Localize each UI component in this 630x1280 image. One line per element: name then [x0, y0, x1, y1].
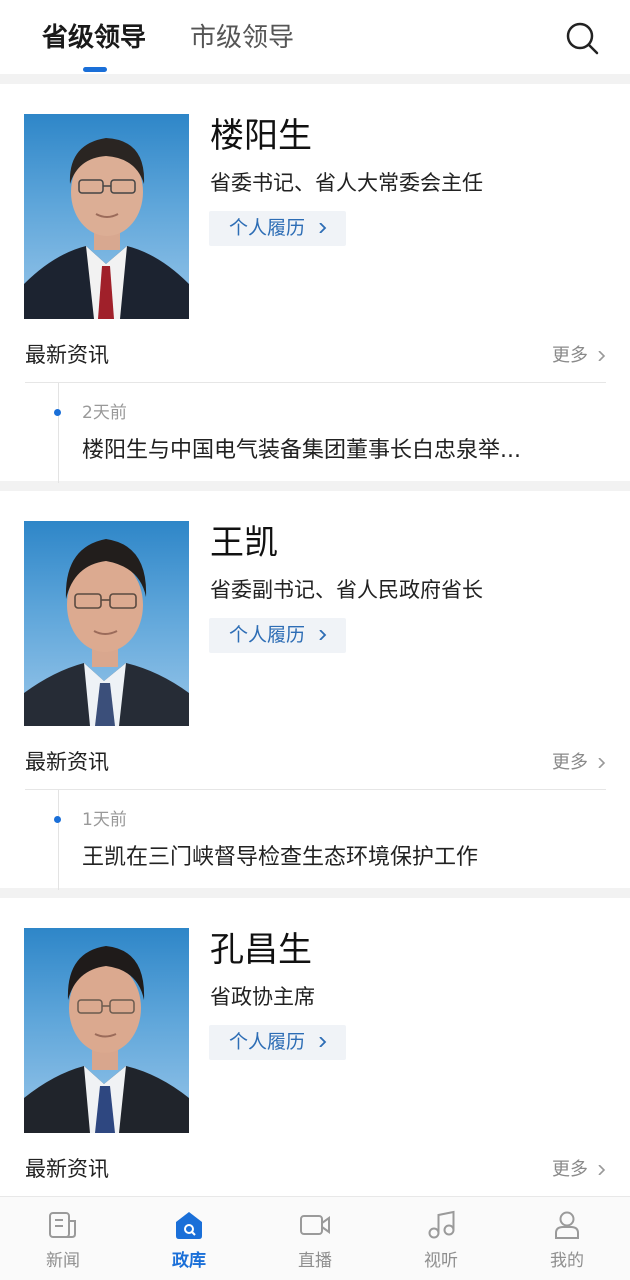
leader-title: 省委书记、省人大常委会主任 [210, 171, 483, 195]
nav-news[interactable]: 新闻 [0, 1197, 126, 1280]
resume-button[interactable]: 个人履历 [209, 618, 346, 653]
nav-live[interactable]: 直播 [252, 1197, 378, 1280]
leader-photo[interactable] [24, 114, 189, 319]
leader-name: 王凯 [210, 523, 278, 563]
leader-title: 省政协主席 [210, 985, 315, 1009]
top-tab-bar: 省级领导 市级领导 [0, 0, 630, 74]
leader-card: 楼阳生 省委书记、省人大常委会主任 个人履历 最新资讯 更多 2天前 楼阳生与中… [0, 84, 630, 483]
resume-button[interactable]: 个人履历 [209, 211, 346, 246]
nav-news-label: 新闻 [46, 1251, 80, 1271]
leader-title: 省委副书记、省人民政府省长 [210, 578, 483, 602]
portrait-image [24, 138, 189, 319]
timeline-line [58, 790, 59, 890]
live-video-icon [300, 1215, 330, 1235]
chevron-right-icon [598, 351, 606, 361]
nav-audio-video-label: 视听 [424, 1251, 458, 1271]
more-link[interactable]: 更多 [552, 1156, 606, 1184]
music-note-icon [428, 1210, 455, 1239]
search-icon [566, 22, 599, 55]
leader-name: 楼阳生 [210, 116, 312, 156]
tab-city-leaders[interactable]: 市级领导 [190, 20, 294, 56]
divider [25, 789, 606, 790]
portrait-image [24, 946, 189, 1133]
chevron-right-icon [319, 223, 327, 233]
news-icon [49, 1212, 76, 1238]
timeline-line [58, 383, 59, 483]
nav-profile-label: 我的 [550, 1251, 584, 1271]
user-icon [555, 1211, 579, 1239]
leader-photo[interactable] [24, 521, 189, 726]
latest-news-label: 最新资讯 [25, 1157, 109, 1181]
nav-library[interactable]: 政库 [126, 1197, 252, 1280]
nav-audio-video[interactable]: 视听 [378, 1197, 504, 1280]
more-label: 更多 [552, 752, 588, 773]
nav-profile[interactable]: 我的 [504, 1197, 630, 1280]
resume-label: 个人履历 [229, 624, 306, 646]
leader-name: 孔昌生 [210, 930, 312, 970]
nav-library-label: 政库 [172, 1251, 206, 1271]
nav-live-label: 直播 [298, 1251, 332, 1271]
bottom-navigation: 新闻 政库 直播 视听 我的 [0, 1196, 630, 1280]
chevron-right-icon [319, 1037, 327, 1047]
chevron-right-icon [319, 630, 327, 640]
more-link[interactable]: 更多 [552, 342, 606, 370]
active-tab-indicator [83, 67, 107, 72]
timeline-dot [54, 816, 61, 823]
more-label: 更多 [552, 1159, 588, 1180]
timeline-dot [54, 409, 61, 416]
leader-card: 王凯 省委副书记、省人民政府省长 个人履历 最新资讯 更多 1天前 王凯在三门峡… [0, 491, 630, 890]
chevron-right-icon [598, 1165, 606, 1175]
news-time: 2天前 [82, 403, 127, 423]
latest-news-label: 最新资讯 [25, 750, 109, 774]
chevron-right-icon [598, 758, 606, 768]
news-item-title[interactable]: 王凯在三门峡督导检查生态环境保护工作 [82, 842, 592, 874]
more-link[interactable]: 更多 [552, 749, 606, 777]
latest-news-label: 最新资讯 [25, 343, 109, 367]
leader-photo[interactable] [24, 928, 189, 1133]
tab-provincial-leaders[interactable]: 省级领导 [42, 20, 146, 56]
search-button[interactable] [562, 18, 602, 58]
leader-card: 孔昌生 省政协主席 个人履历 最新资讯 更多 [0, 898, 630, 1196]
resume-button[interactable]: 个人履历 [209, 1025, 346, 1060]
portrait-image [24, 539, 189, 726]
library-icon [176, 1212, 202, 1239]
divider [25, 382, 606, 383]
resume-label: 个人履历 [229, 217, 306, 239]
news-item-title[interactable]: 楼阳生与中国电气装备集团董事长白忠泉举... [82, 435, 592, 467]
more-label: 更多 [552, 345, 588, 366]
news-time: 1天前 [82, 810, 127, 830]
resume-label: 个人履历 [229, 1031, 306, 1053]
